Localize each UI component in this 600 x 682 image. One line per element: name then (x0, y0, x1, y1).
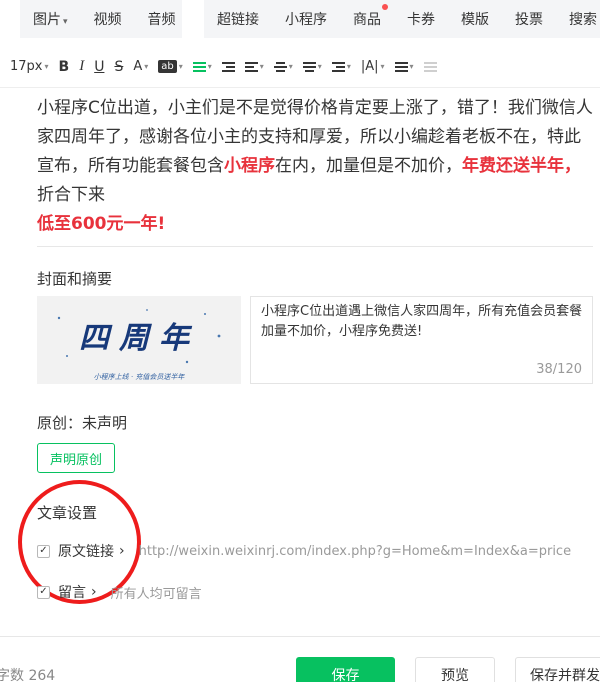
cover-main-text: 四周年 (79, 321, 199, 356)
source-link-checkbox[interactable]: ✓ (37, 544, 50, 558)
underline-button[interactable]: U (94, 59, 104, 75)
font-color-icon: A (133, 59, 143, 74)
font-color-button[interactable]: A ▾ (133, 59, 148, 74)
paragraph-spacing-icon (244, 60, 258, 74)
source-link-url[interactable]: http://weixin.weixinrj.com/index.php?g=H… (139, 544, 571, 559)
article-highlight-half-year: 年费还送半年， (462, 156, 581, 176)
chevron-right-icon[interactable]: › (119, 543, 125, 559)
content-divider (37, 246, 593, 247)
chevron-down-icon: ▾ (207, 62, 212, 71)
bold-button[interactable]: B (59, 59, 70, 75)
tab-search-label: 搜索 (569, 12, 597, 28)
paragraph-spacing-button[interactable]: ▾ (244, 60, 264, 74)
tab-template-label: 模版 (461, 12, 489, 28)
chevron-down-icon: ▾ (317, 62, 322, 71)
save-and-publish-button[interactable]: 保存并群发 (515, 657, 600, 682)
insert-toolbar: 图片 ▾ 视频 音频 超链接 小程序 商品 卡券 模版 投票 搜索 (0, 0, 600, 40)
declare-original-button[interactable]: 声明原创 (37, 443, 115, 473)
tab-product[interactable]: 商品 (340, 4, 394, 29)
tab-coupon[interactable]: 卡券 (394, 9, 448, 29)
italic-button[interactable]: I (79, 58, 84, 75)
background-color-button[interactable]: ab ▾ (158, 60, 183, 73)
tab-image[interactable]: 图片 ▾ (20, 9, 81, 29)
chevron-down-icon: ▾ (346, 62, 351, 71)
align-center-icon (273, 60, 287, 74)
comments-row: ✓ 留言 › 所有人均可留言 (37, 582, 202, 602)
media-tab-group: 图片 ▾ 视频 音频 (20, 0, 182, 38)
summary-char-count: 38/120 (536, 362, 582, 377)
align-left-icon (192, 60, 206, 74)
preview-button[interactable]: 预览 (415, 657, 495, 682)
letter-spacing-button[interactable]: |A| ▾ (361, 59, 385, 74)
comments-label[interactable]: 留言 (58, 582, 86, 602)
new-badge-dot (382, 4, 388, 10)
tab-audio[interactable]: 音频 (135, 9, 189, 29)
cover-section-title: 封面和摘要 (37, 270, 113, 288)
tab-video-label: 视频 (93, 12, 122, 28)
summary-textarea[interactable]: 小程序C位出道遇上微信人家四周年，所有充值会员套餐加量不加价，小程序免费送! 3… (250, 296, 593, 384)
list-indent-button[interactable]: ▾ (331, 60, 351, 74)
tab-search[interactable]: 搜索 (556, 9, 600, 29)
chevron-down-icon: ▾ (380, 62, 385, 71)
tab-coupon-label: 卡券 (407, 12, 435, 28)
article-highlight-miniprogram: 小程序 (224, 156, 275, 176)
tab-miniprogram[interactable]: 小程序 (272, 9, 340, 29)
cover-art: 四周年 小程序上线 · 充值会员送半年 (37, 296, 241, 384)
source-link-label[interactable]: 原文链接 (58, 541, 114, 561)
font-size-value: 17px (10, 59, 43, 74)
strikethrough-button[interactable]: S (114, 59, 123, 75)
tab-vote-label: 投票 (515, 12, 543, 28)
background-color-icon: ab (158, 60, 177, 73)
original-status-label: 原创：未声明 (37, 414, 128, 432)
tab-product-label: 商品 (353, 12, 381, 28)
footer-bar: 字数 264 保存 预览 保存并群发 (0, 636, 600, 682)
source-link-row: ✓ 原文链接 › http://weixin.weixinrj.com/inde… (37, 541, 571, 561)
tab-image-label: 图片 (33, 12, 61, 28)
line-height-icon (302, 60, 316, 74)
article-settings-title: 文章设置 (37, 504, 98, 522)
letter-spacing-icon: |A| (360, 59, 379, 74)
chevron-down-icon: ▾ (409, 62, 414, 71)
save-button[interactable]: 保存 (296, 657, 395, 682)
chevron-right-icon[interactable]: › (91, 584, 97, 600)
indent-icon (221, 60, 235, 74)
summary-text: 小程序C位出道遇上微信人家四周年，所有充值会员套餐加量不加价，小程序免费送! (261, 304, 583, 339)
chevron-down-icon: ▾ (259, 62, 264, 71)
tab-hyperlink[interactable]: 超链接 (204, 9, 272, 29)
align-left-button[interactable]: ▾ (192, 60, 212, 74)
bullet-list-icon (394, 60, 408, 74)
chevron-down-icon: ▾ (144, 62, 149, 71)
tab-audio-label: 音频 (147, 12, 176, 28)
comments-checkbox[interactable]: ✓ (37, 585, 50, 599)
chevron-down-icon: ▾ (288, 62, 293, 71)
article-text: 在内，加量但是不加价， (275, 156, 462, 176)
line-height-button[interactable]: ▾ (302, 60, 322, 74)
format-toolbar: 17px ▾ B I U S A ▾ ab ▾ ▾ ▾ ▾ ▾ ▾ |A| ▾ ▾ (0, 46, 600, 88)
more-format-icon (423, 60, 437, 74)
more-format-button[interactable] (423, 60, 437, 74)
tab-miniprogram-label: 小程序 (285, 12, 327, 28)
chevron-down-icon: ▾ (178, 62, 183, 71)
chevron-down-icon: ▾ (63, 17, 68, 27)
cover-sub-text: 小程序上线 · 充值会员送半年 (94, 373, 186, 381)
tab-video[interactable]: 视频 (81, 9, 135, 29)
bullet-list-button[interactable]: ▾ (394, 60, 414, 74)
tab-hyperlink-label: 超链接 (217, 12, 259, 28)
chevron-down-icon: ▾ (44, 62, 49, 71)
article-highlight-price: 低至600元一年! (37, 214, 166, 234)
insert-tab-group: 超链接 小程序 商品 卡券 模版 投票 搜索 (204, 0, 600, 38)
indent-button[interactable] (221, 60, 235, 74)
tab-template[interactable]: 模版 (448, 9, 502, 29)
article-text: 折合下来 (37, 185, 105, 205)
cover-image[interactable]: 四周年 小程序上线 · 充值会员送半年 (37, 296, 241, 384)
list-indent-icon (331, 60, 345, 74)
font-size-select[interactable]: 17px ▾ (10, 59, 49, 74)
comments-setting-value[interactable]: 所有人均可留言 (111, 583, 202, 602)
align-center-button[interactable]: ▾ (273, 60, 293, 74)
article-body[interactable]: 小程序C位出道，小主们是不是觉得价格肯定要上涨了，错了！我们微信人家四周年了，感… (37, 94, 593, 239)
word-count: 字数 264 (0, 668, 56, 682)
tab-vote[interactable]: 投票 (502, 9, 556, 29)
